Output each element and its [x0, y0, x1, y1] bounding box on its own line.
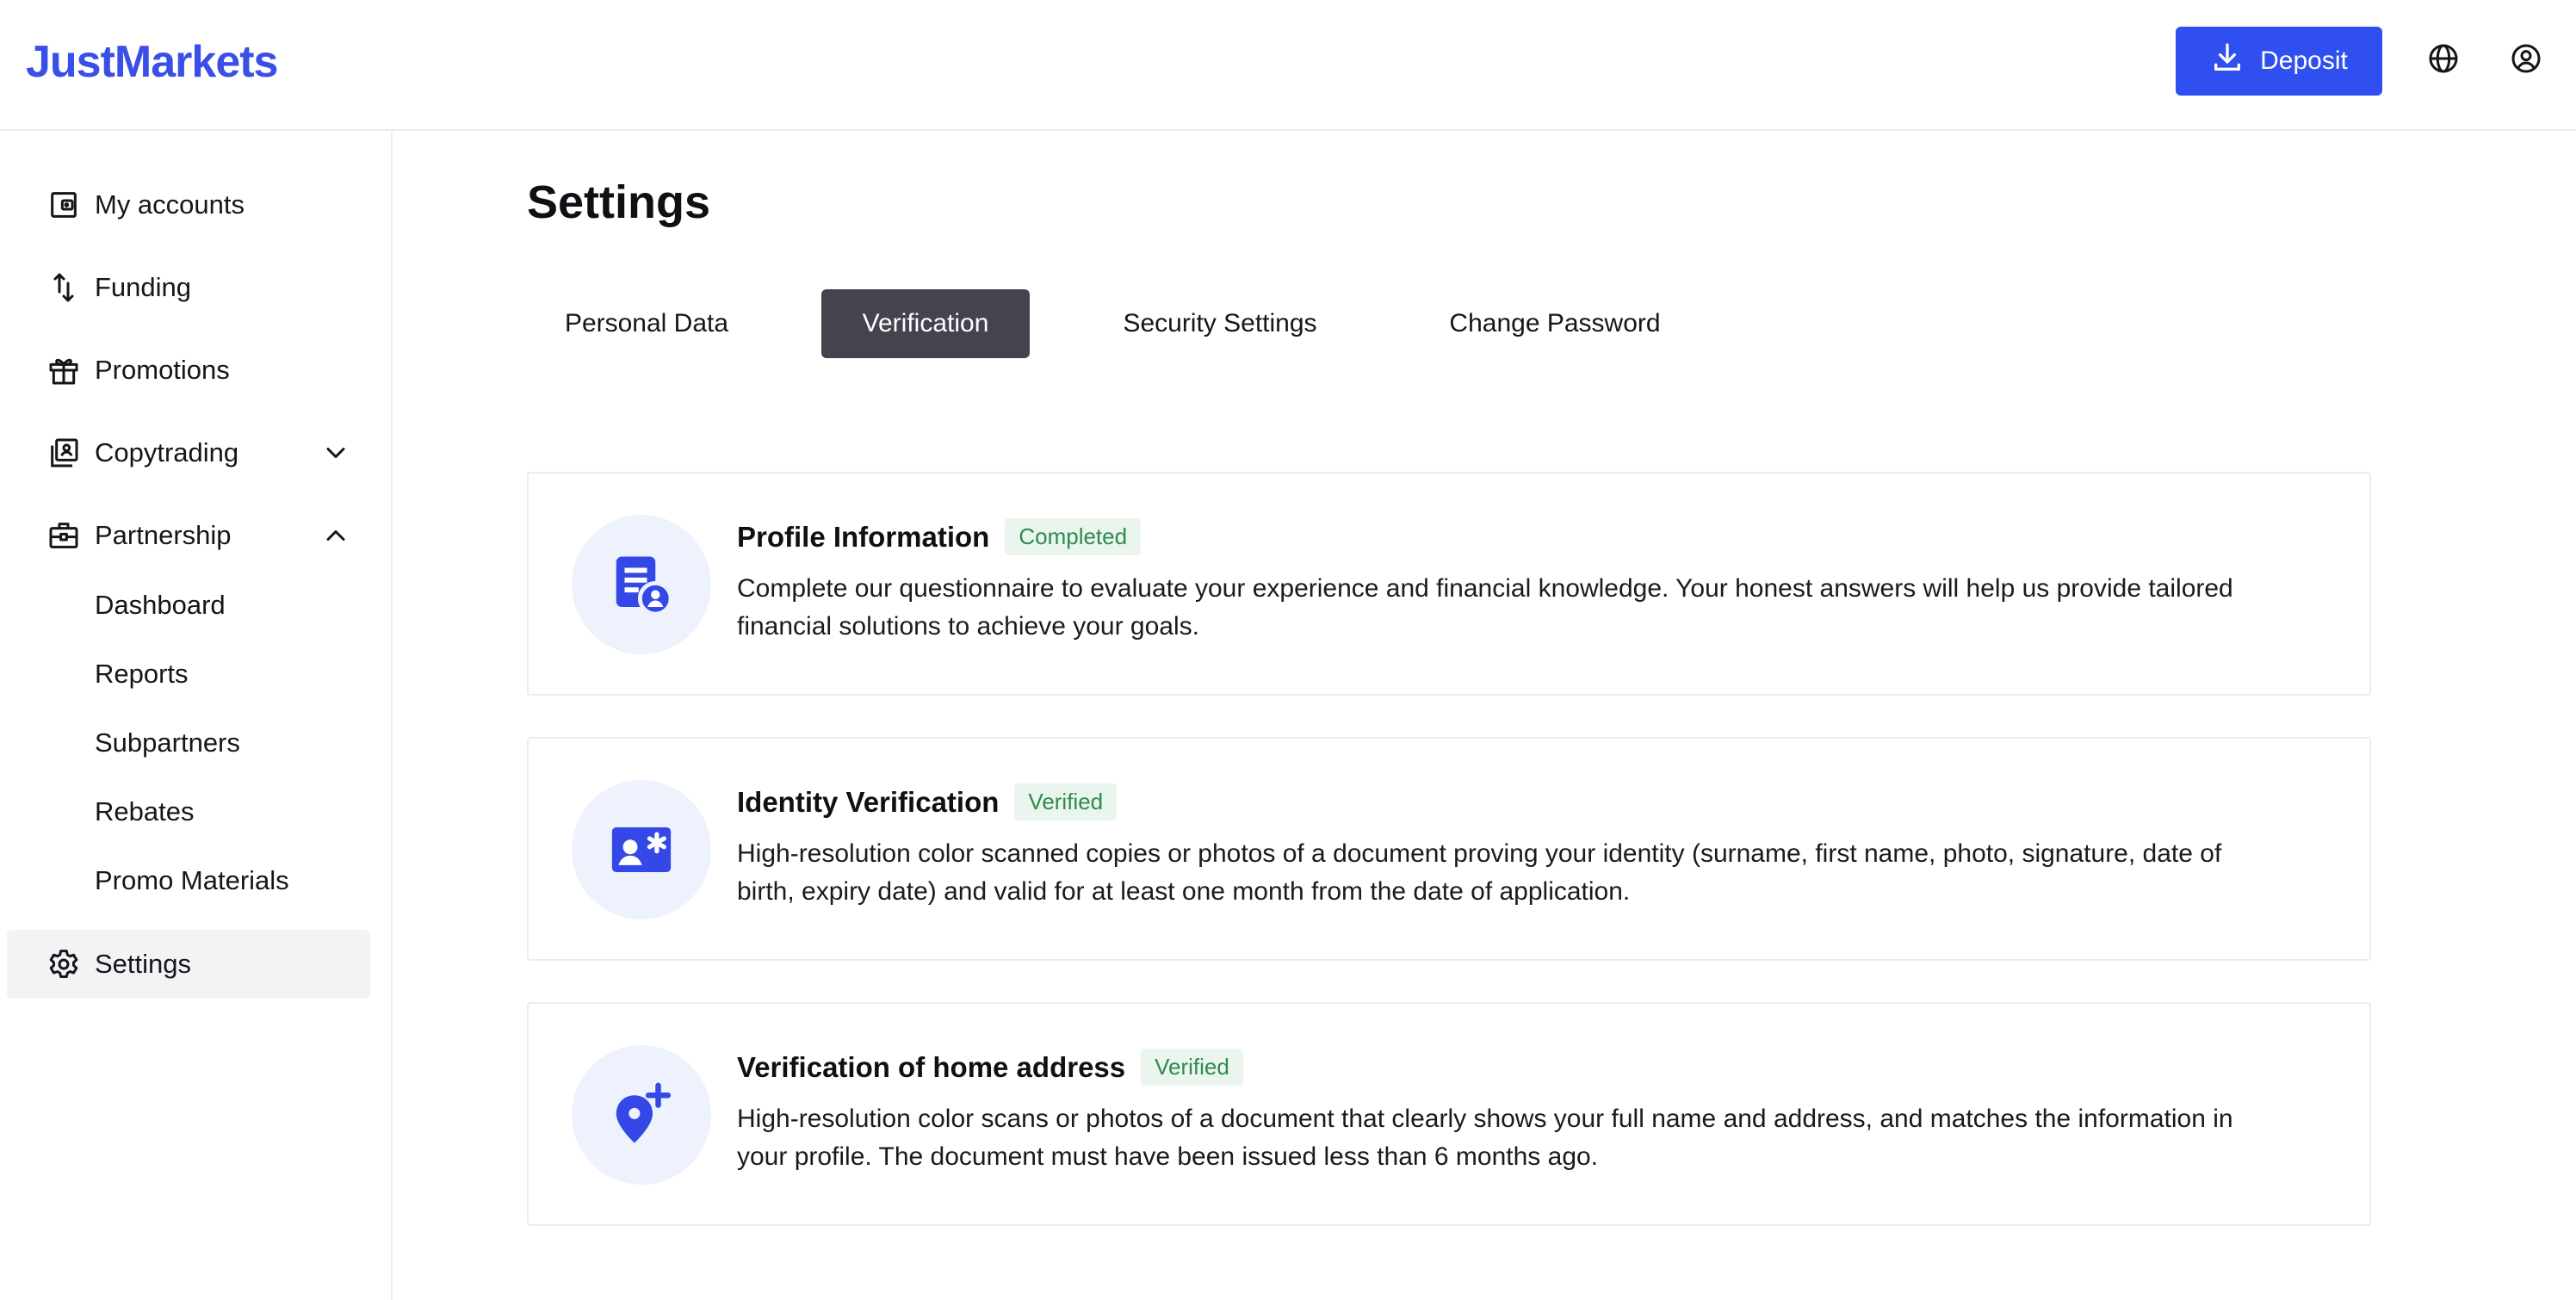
icon-circle: [572, 780, 711, 919]
globe-icon[interactable]: [2426, 41, 2461, 76]
briefcase-icon: [46, 518, 81, 553]
sidebar-subitem-label: Dashboard: [95, 590, 226, 620]
download-icon: [2210, 40, 2245, 82]
sidebar-item-label: Settings: [95, 949, 192, 979]
gift-icon: [46, 353, 81, 387]
card-description: High-resolution color scans or photos of…: [737, 1105, 2233, 1171]
verification-card-profile-information[interactable]: Profile Information Completed Complete o…: [527, 472, 2371, 696]
sidebar-item-my-accounts[interactable]: My accounts: [7, 170, 370, 239]
user-circle-icon[interactable]: [2509, 41, 2543, 76]
sidebar-subitem-subpartners[interactable]: Subpartners: [7, 713, 370, 773]
wallet-icon: [46, 188, 81, 222]
status-badge: Completed: [1005, 518, 1142, 555]
copytrading-icon: [46, 436, 81, 470]
verification-card-identity[interactable]: Identity Verification Verified High-reso…: [527, 737, 2371, 961]
card-title-row: Identity Verification Verified: [737, 783, 1118, 820]
logo[interactable]: JustMarkets: [26, 31, 278, 93]
icon-circle: [572, 515, 711, 654]
tab-security-settings[interactable]: Security Settings: [1085, 289, 1355, 358]
sidebar-subitem-promo-materials[interactable]: Promo Materials: [7, 851, 370, 911]
sidebar-subitem-label: Rebates: [95, 796, 195, 826]
sidebar-item-partnership[interactable]: Partnership: [7, 501, 370, 570]
sidebar-subitem-reports[interactable]: Reports: [7, 644, 370, 704]
card-title: Identity Verification: [737, 785, 1000, 818]
status-badge: Verified: [1014, 783, 1118, 820]
deposit-label: Deposit: [2260, 46, 2348, 75]
deposit-button[interactable]: Deposit: [2176, 27, 2382, 96]
card-title: Profile Information: [737, 520, 990, 553]
profile-document-icon: [616, 556, 673, 616]
tab-change-password[interactable]: Change Password: [1410, 289, 1700, 358]
sidebar-item-funding[interactable]: Funding: [7, 253, 370, 322]
status-badge: Verified: [1141, 1049, 1243, 1086]
sidebar: My accounts Funding Promotions Copytradi…: [0, 131, 393, 1300]
id-card-icon: [611, 827, 672, 872]
tab-verification[interactable]: Verification: [821, 289, 1030, 358]
sidebar-subitem-label: Subpartners: [95, 727, 240, 758]
card-title-row: Verification of home address Verified: [737, 1049, 1243, 1086]
sidebar-item-settings[interactable]: Settings: [7, 930, 370, 999]
verification-card-home-address[interactable]: Verification of home address Verified Hi…: [527, 1002, 2371, 1226]
sidebar-subitem-label: Reports: [95, 659, 189, 689]
icon-circle: [572, 1045, 711, 1185]
sidebar-item-label: Copytrading: [95, 437, 239, 467]
sidebar-subitem-dashboard[interactable]: Dashboard: [7, 575, 370, 635]
sidebar-item-label: My accounts: [95, 189, 245, 220]
sidebar-item-label: Promotions: [95, 355, 230, 385]
page-title: Settings: [527, 176, 711, 228]
chevron-up-icon: [320, 520, 351, 551]
tab-personal-data[interactable]: Personal Data: [527, 289, 766, 358]
top-header: JustMarkets Deposit: [0, 0, 2576, 131]
card-description: High-resolution color scanned copies or …: [737, 839, 2222, 906]
chevron-down-icon: [320, 437, 351, 468]
sidebar-item-copytrading[interactable]: Copytrading: [7, 418, 370, 487]
arrows-updown-icon: [46, 270, 81, 305]
location-pin-plus-icon: [616, 1082, 672, 1143]
card-title-row: Profile Information Completed: [737, 518, 1142, 555]
sidebar-subitem-rebates[interactable]: Rebates: [7, 782, 370, 842]
sidebar-item-promotions[interactable]: Promotions: [7, 336, 370, 405]
card-description: Complete our questionnaire to evaluate y…: [737, 574, 2233, 641]
gear-icon: [46, 947, 81, 981]
sidebar-item-label: Funding: [95, 272, 192, 302]
card-title: Verification of home address: [737, 1050, 1126, 1083]
sidebar-item-label: Partnership: [95, 520, 232, 550]
sidebar-subitem-label: Promo Materials: [95, 865, 289, 895]
